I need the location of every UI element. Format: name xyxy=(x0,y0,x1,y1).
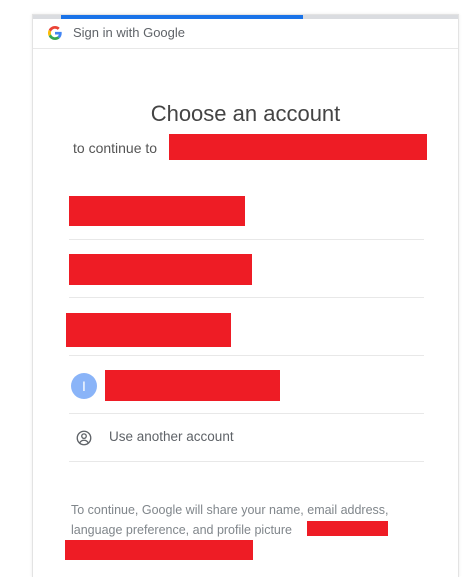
continue-to-label: to continue to xyxy=(73,140,158,156)
redacted-account-info xyxy=(66,313,231,347)
redacted-account-info xyxy=(69,196,245,226)
sign-in-card: Sign in with Google Choose an account to… xyxy=(32,14,459,577)
header-title: Sign in with Google xyxy=(73,25,186,40)
account-row[interactable] xyxy=(69,240,424,298)
page-title: Choose an account xyxy=(150,101,341,126)
dialog-header: Sign in with Google xyxy=(33,19,458,49)
google-logo-icon xyxy=(48,26,62,40)
account-row[interactable] xyxy=(69,182,424,240)
redacted-account-info xyxy=(105,370,280,401)
use-another-account-button[interactable]: Use another account xyxy=(69,414,424,462)
redacted-policy-text xyxy=(65,540,253,560)
account-row[interactable] xyxy=(66,298,424,356)
redacted-account-info xyxy=(69,254,252,285)
redacted-app-name xyxy=(307,521,388,536)
redacted-app-name xyxy=(169,134,427,160)
account-circle-icon xyxy=(76,430,92,446)
use-another-account-label: Use another account xyxy=(109,429,234,444)
account-row[interactable]: I xyxy=(69,356,424,414)
avatar: I xyxy=(71,373,97,399)
